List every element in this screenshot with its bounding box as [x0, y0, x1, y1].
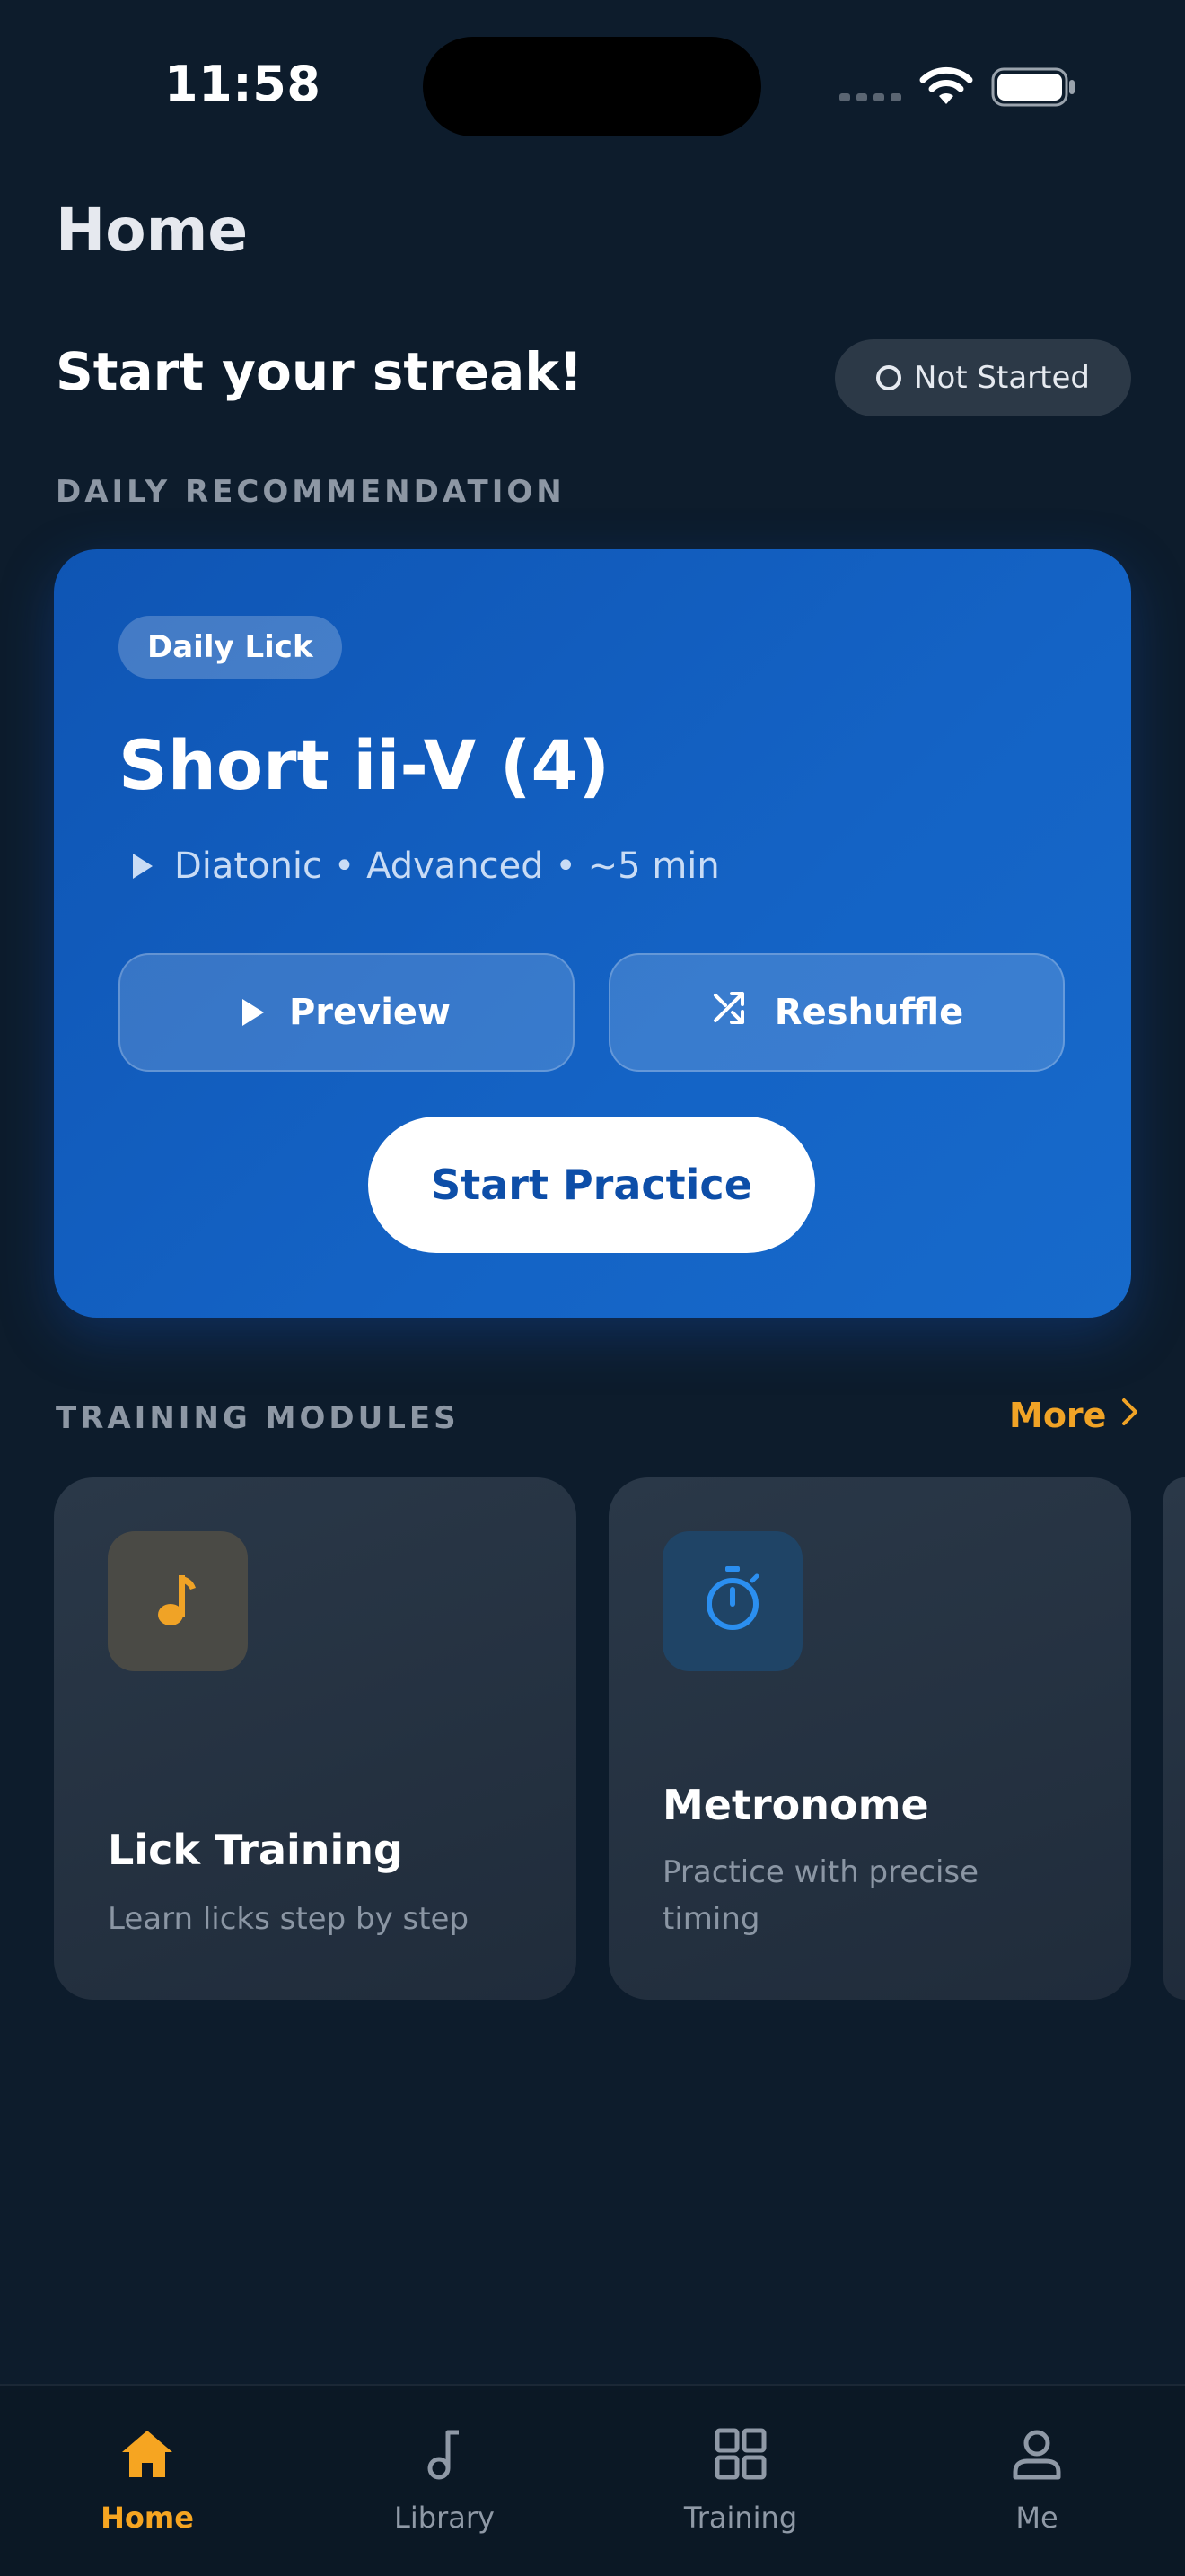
module-desc: Learn licks step by step	[108, 1901, 470, 1937]
tab-home[interactable]: Home	[57, 2427, 237, 2535]
play-icon	[133, 854, 153, 879]
shuffle-icon	[710, 988, 750, 1037]
module-icon-box	[663, 1531, 803, 1671]
module-card-metronome[interactable]: Metronome Practice with precise timing	[609, 1477, 1131, 2000]
tab-label: Library	[394, 2501, 495, 2535]
stopwatch-icon	[700, 1564, 765, 1638]
daily-lick-tag: Daily Lick	[118, 616, 342, 679]
module-title: Lick Training	[108, 1826, 403, 1874]
page-title: Home	[56, 196, 249, 265]
music-note-icon	[416, 2427, 473, 2488]
training-section-label: TRAINING MODULES	[56, 1400, 460, 1436]
daily-recommendation-card: Daily Lick Short ii-V (4) Diatonic • Adv…	[54, 549, 1131, 1318]
tab-me[interactable]: Me	[947, 2427, 1127, 2535]
cellular-signal-icon	[839, 93, 901, 101]
status-time: 11:58	[164, 56, 321, 112]
lick-meta-text: Diatonic • Advanced • ~5 min	[174, 846, 720, 887]
reshuffle-label: Reshuffle	[774, 992, 964, 1033]
streak-status-badge[interactable]: Not Started	[835, 339, 1131, 416]
lick-title: Short ii-V (4)	[118, 725, 610, 805]
battery-icon	[991, 67, 1077, 110]
home-icon	[118, 2427, 176, 2488]
preview-button[interactable]: Preview	[118, 953, 575, 1072]
tab-bar: Home Library Training Me	[0, 2384, 1185, 2576]
preview-label: Preview	[288, 992, 452, 1033]
more-link[interactable]: More	[1009, 1396, 1140, 1435]
chevron-right-icon	[1120, 1396, 1140, 1435]
wifi-icon	[917, 65, 975, 111]
dynamic-island	[423, 37, 761, 136]
daily-section-label: DAILY RECOMMENDATION	[56, 474, 566, 510]
tab-label: Me	[1015, 2501, 1058, 2535]
more-label: More	[1009, 1396, 1107, 1435]
music-note-icon	[151, 1568, 205, 1634]
streak-status-label: Not Started	[914, 360, 1090, 396]
tab-label: Training	[683, 2501, 798, 2535]
module-title: Metronome	[663, 1781, 929, 1829]
tab-library[interactable]: Library	[355, 2427, 534, 2535]
tab-training[interactable]: Training	[651, 2427, 830, 2535]
reshuffle-button[interactable]: Reshuffle	[609, 953, 1065, 1072]
module-icon-box	[108, 1531, 248, 1671]
start-practice-button[interactable]: Start Practice	[368, 1117, 815, 1253]
person-icon	[1008, 2427, 1066, 2488]
play-icon	[241, 999, 264, 1026]
streak-title: Start your streak!	[56, 341, 584, 402]
tab-label: Home	[101, 2501, 194, 2535]
grid-icon	[712, 2427, 769, 2488]
lick-meta: Diatonic • Advanced • ~5 min	[133, 846, 720, 887]
module-card-lick-training[interactable]: Lick Training Learn licks step by step	[54, 1477, 576, 2000]
circle-icon	[876, 365, 902, 390]
module-desc: Practice with precise timing	[663, 1854, 979, 1937]
module-card-partial[interactable]	[1163, 1477, 1185, 2000]
